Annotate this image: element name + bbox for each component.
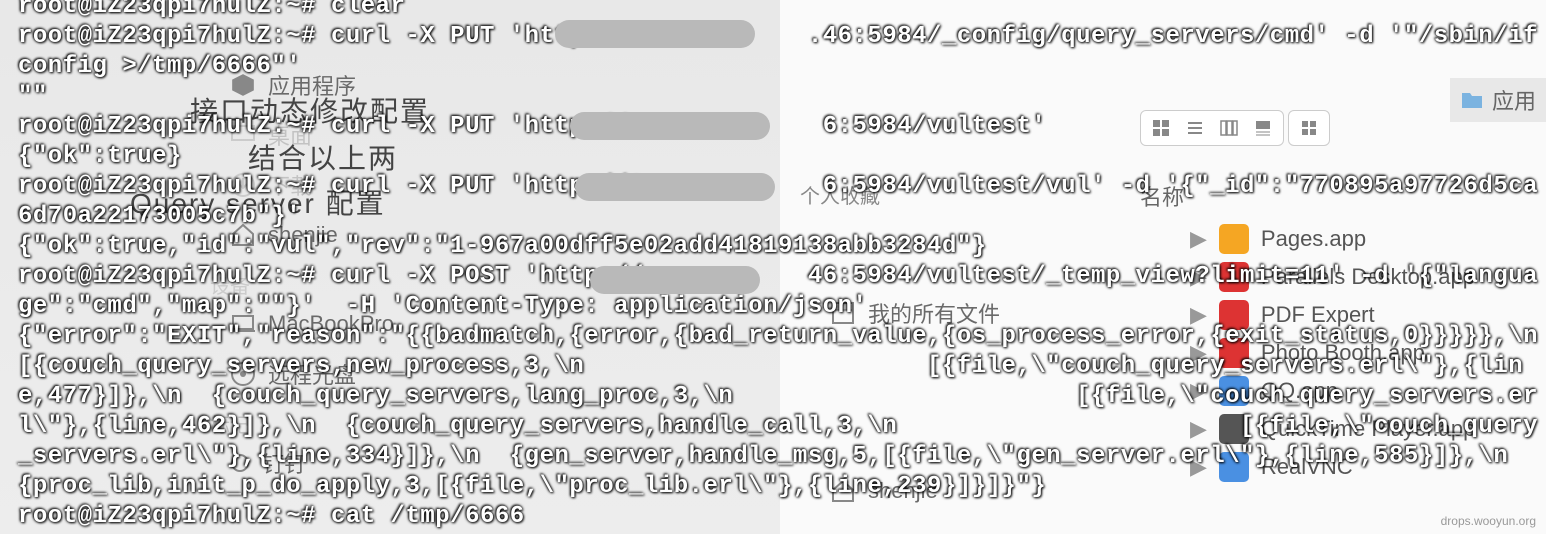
sidebar-item-remote-disc[interactable]: 远程光盘 [190, 349, 440, 399]
sidebar-group-tags: 标记 [190, 409, 440, 438]
app-list: ▶ Pages.app ▶ Parallels Desktop.app ▶ PD… [1190, 220, 1546, 486]
sidebar-label: 我的所有文件 [868, 297, 1000, 329]
disclosure-icon: ▶ [1190, 302, 1207, 328]
view-coverflow-btn[interactable] [1247, 115, 1279, 141]
app-name: QuickTime Player.app [1261, 416, 1475, 442]
tab-label: 应用 [1492, 84, 1536, 116]
app-icon [1219, 262, 1249, 292]
app-row-qq[interactable]: ▶ QQ.app [1190, 372, 1546, 410]
app-name: Photo Booth.app [1261, 340, 1425, 366]
arrange-group [1288, 110, 1330, 146]
app-row-quicktime[interactable]: ▶ QuickTime Player.app [1190, 410, 1546, 448]
sidebar-item-allfiles[interactable]: 我的所有文件 [800, 289, 1060, 337]
disclosure-icon: ▶ [1190, 454, 1207, 480]
finder-sidebar-right: 个人收藏 我的所有文件 shenjie [800, 180, 1060, 515]
sidebar-item-macbook[interactable]: MacBookPro [190, 299, 440, 349]
app-icon [1219, 224, 1249, 254]
app-row-photobooth[interactable]: ▶ Photo Booth.app [1190, 334, 1546, 372]
view-list-btn[interactable] [1179, 115, 1211, 141]
app-icon [1219, 414, 1249, 444]
view-icons-btn[interactable] [1145, 115, 1177, 141]
app-name: RealVNC [1261, 454, 1353, 480]
censor-box-1 [555, 20, 755, 48]
censor-box-4 [590, 266, 760, 294]
sidebar-label: MacBookPro [268, 311, 394, 337]
finder-toolbar [1140, 110, 1330, 146]
bg-text-interface: 接口动态修改配置 [190, 90, 430, 130]
app-name: QQ.app [1261, 378, 1338, 404]
sidebar-label: 远程光盘 [268, 358, 356, 390]
finder-tab-applications[interactable]: 应用 [1450, 78, 1546, 122]
disclosure-icon: ▶ [1190, 416, 1207, 442]
home-icon [830, 478, 856, 504]
sidebar-group-favorites: 个人收藏 [800, 180, 1060, 209]
laptop-icon [230, 311, 256, 337]
app-name: Pages.app [1261, 226, 1366, 252]
sidebar-item-home-right[interactable]: shenjie [800, 467, 1060, 515]
app-icon [1219, 338, 1249, 368]
disc-icon [230, 361, 256, 387]
sidebar-label: shenjie [868, 478, 938, 504]
app-name: Parallels Desktop.app [1261, 264, 1475, 290]
view-columns-btn[interactable] [1213, 115, 1245, 141]
view-mode-group [1140, 110, 1284, 146]
tag-icon [230, 453, 250, 473]
sidebar-item-dingding[interactable]: 钉钉 [190, 438, 440, 488]
allfiles-icon [830, 300, 856, 326]
censor-box-2 [570, 112, 770, 140]
home-icon [230, 222, 256, 248]
column-header-name[interactable]: 名称 [1140, 180, 1184, 212]
app-row-parallels[interactable]: ▶ Parallels Desktop.app [1190, 258, 1546, 296]
folder-icon [1460, 90, 1484, 110]
arrange-btn[interactable] [1293, 115, 1325, 141]
app-row-pages[interactable]: ▶ Pages.app [1190, 220, 1546, 258]
app-row-pdfexpert[interactable]: ▶ PDF Expert [1190, 296, 1546, 334]
censor-box-3 [575, 173, 775, 201]
bg-text-combine: 结合以上两 [248, 137, 398, 177]
bg-text-queryserver: Query server 配置 [130, 182, 386, 222]
app-icon [1219, 376, 1249, 406]
watermark: drops.wooyun.org [1441, 514, 1536, 528]
disclosure-icon: ▶ [1190, 264, 1207, 290]
app-row-realvnc[interactable]: ▶ RealVNC [1190, 448, 1546, 486]
disclosure-icon: ▶ [1190, 226, 1207, 252]
app-name: PDF Expert [1261, 302, 1375, 328]
sidebar-label: 钉钉 [262, 447, 306, 479]
sidebar-group-devices: 设备 [190, 270, 440, 299]
disclosure-icon: ▶ [1190, 378, 1207, 404]
sidebar-label: shenjie [268, 222, 338, 248]
app-icon [1219, 300, 1249, 330]
disclosure-icon: ▶ [1190, 340, 1207, 366]
app-icon [1219, 452, 1249, 482]
